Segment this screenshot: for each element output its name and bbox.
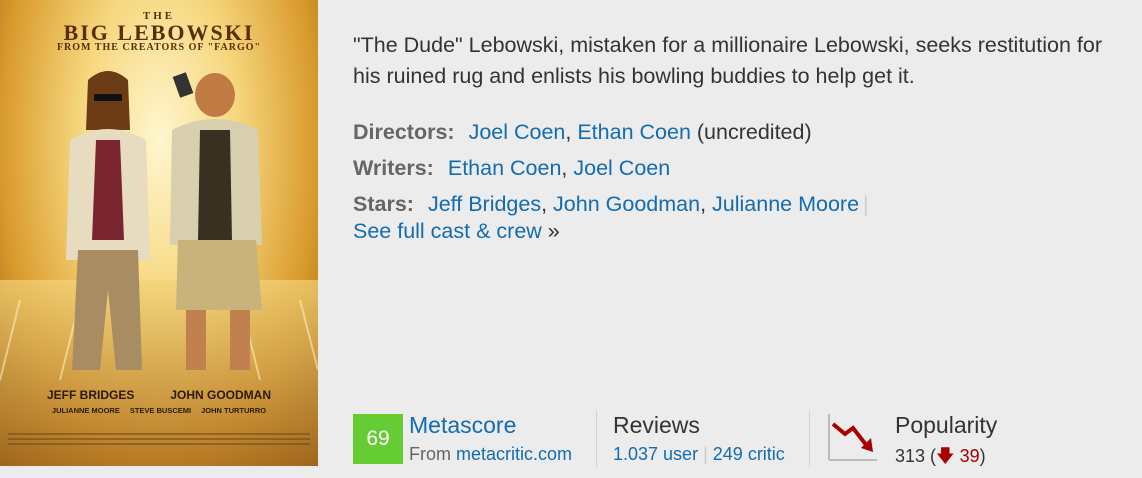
popularity-rank: 313: [895, 446, 926, 466]
poster-tagline: FROM THE CREATORS OF "FARGO": [56, 42, 262, 53]
poster-cast-name: JULIANNE MOORE: [51, 406, 120, 415]
popularity-title: Popularity: [895, 412, 998, 438]
stars-row: Stars: Jeff Bridges, John Goodman, Julian…: [353, 192, 869, 216]
poster-lead-cast: JEFF BRIDGES JOHN GOODMAN: [0, 388, 318, 402]
metascore-badge[interactable]: 69: [353, 414, 403, 464]
poster-supporting-cast: JULIANNE MOORE STEVE BUSCEMI JOHN TURTURRO: [0, 406, 318, 415]
reviews-separator: |: [703, 444, 708, 464]
writer-link[interactable]: Joel Coen: [573, 156, 670, 180]
divider: [596, 411, 597, 467]
poster-cast-name: STEVE BUSCEMI: [129, 406, 192, 415]
popularity-change: 39: [959, 446, 980, 466]
metascore-source: From metacritic.com: [409, 444, 572, 465]
user-reviews-link[interactable]: 1.037 user: [613, 444, 698, 464]
arrow-down-icon: 🡇: [936, 446, 955, 466]
writers-label: Writers:: [353, 156, 434, 180]
metascore-link[interactable]: Metascore: [409, 412, 516, 439]
stars-label: Stars:: [353, 192, 414, 216]
director-note: (uncredited): [696, 120, 812, 144]
metascore-from-label: From: [409, 444, 451, 464]
movie-poster[interactable]: THE BIG LEBOWSKI FROM THE CREATORS OF "F…: [0, 0, 318, 466]
divider: [809, 411, 810, 467]
writers-row: Writers: Ethan Coen, Joel Coen: [353, 156, 671, 180]
star-link[interactable]: Julianne Moore: [712, 192, 859, 216]
poster-cast-name: JEFF BRIDGES: [46, 388, 135, 402]
poster-cast-name: JOHN GOODMAN: [170, 388, 272, 402]
poster-cast-name: JOHN TURTURRO: [201, 406, 267, 415]
full-cast-label[interactable]: See full cast & crew: [353, 219, 542, 243]
writer-link[interactable]: Ethan Coen: [448, 156, 562, 180]
director-link[interactable]: Joel Coen: [469, 120, 566, 144]
metacritic-link[interactable]: metacritic.com: [456, 444, 572, 464]
star-link[interactable]: John Goodman: [553, 192, 700, 216]
director-link[interactable]: Ethan Coen: [577, 120, 691, 144]
reviews-title: Reviews: [613, 412, 700, 438]
chevron-right-icon: »: [547, 219, 560, 243]
stars-separator: |: [863, 192, 869, 216]
directors-label: Directors:: [353, 120, 455, 144]
plot-summary: "The Dude" Lebowski, mistaken for a mill…: [353, 33, 1102, 88]
critic-reviews-link[interactable]: 249 critic: [713, 444, 785, 464]
star-link[interactable]: Jeff Bridges: [428, 192, 541, 216]
directors-row: Directors: Joel Coen, Ethan Coen (uncredi…: [353, 120, 812, 144]
popularity-rank-row: 313 (🡇 39): [895, 446, 986, 466]
poster-billing-block: [0, 430, 318, 452]
full-cast-link[interactable]: See full cast & crew »: [353, 219, 560, 244]
reviews-counts: 1.037 user | 249 critic: [613, 444, 785, 465]
popularity-down-chart-icon: [828, 414, 877, 461]
